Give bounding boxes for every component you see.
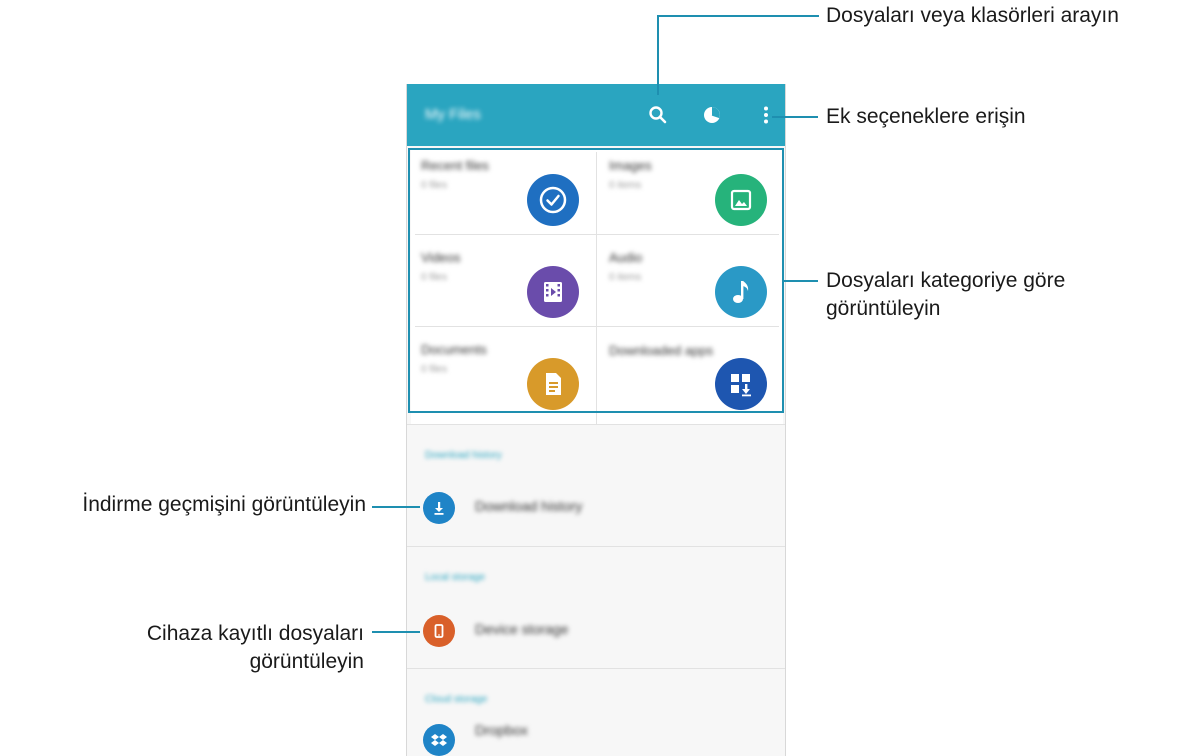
download-history-item[interactable]: Download history (407, 480, 785, 536)
section-header-local-storage: Local storage (425, 572, 486, 583)
app-bar: My Files (407, 84, 785, 146)
section-header-download-history: Download history (425, 450, 502, 461)
app-title: My Files (425, 106, 481, 123)
storage-usage-button[interactable] (697, 100, 727, 130)
download-icon (423, 492, 455, 524)
options-callout-text: Ek seçeneklere erişin (826, 105, 1026, 128)
section-divider (407, 546, 785, 547)
device-callout-text-line1: Cihaza kayıtlı dosyaları (146, 622, 364, 645)
dropbox-item[interactable]: Dropbox (407, 712, 785, 756)
dropbox-icon (423, 724, 455, 756)
search-callout-text: Dosyaları veya klasörleri arayın (826, 4, 1119, 27)
search-callout-line (657, 15, 659, 95)
section-divider (407, 424, 785, 425)
dropbox-label: Dropbox (475, 722, 528, 738)
device-callout-text-line2: görüntüleyin (249, 650, 364, 673)
section-divider (407, 668, 785, 669)
search-callout-line (657, 15, 819, 17)
device-storage-item[interactable]: Device storage (407, 603, 785, 659)
category-grid-highlight (408, 148, 784, 413)
pie-chart-icon (704, 107, 720, 123)
search-button[interactable] (643, 100, 673, 130)
download-history-label: Download history (475, 498, 583, 514)
more-options-button[interactable] (751, 100, 781, 130)
categories-callout-line (784, 280, 818, 282)
section-header-cloud-storage: Cloud storage (425, 694, 488, 705)
more-vert-icon (764, 106, 768, 124)
history-callout-text: İndirme geçmişini görüntüleyin (82, 493, 366, 516)
device-storage-label: Device storage (475, 621, 569, 637)
search-icon (649, 106, 667, 124)
categories-callout-text-line2: görüntüleyin (826, 297, 941, 320)
history-callout-line (372, 506, 420, 508)
categories-callout-text-line1: Dosyaları kategoriye göre (826, 269, 1066, 292)
phone-icon (423, 615, 455, 647)
device-callout-line (372, 631, 420, 633)
options-callout-line (772, 116, 818, 118)
